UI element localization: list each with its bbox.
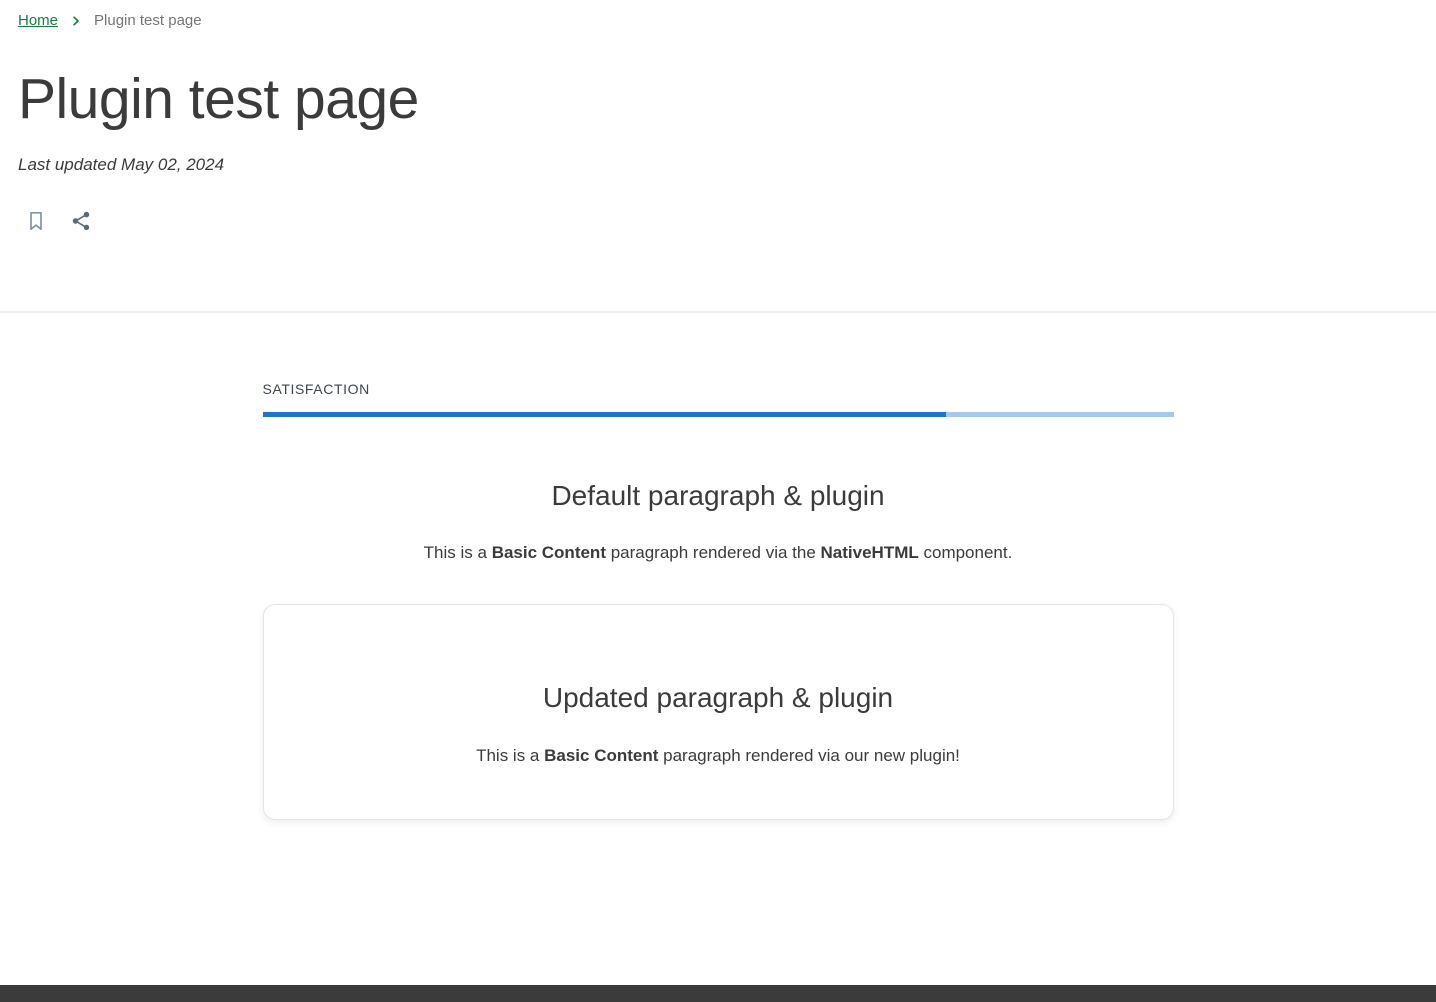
paragraph-text: paragraph rendered via the: [606, 543, 821, 562]
last-updated-text: Last updated May 02, 2024: [18, 155, 1418, 175]
updated-section-heading: Updated paragraph & plugin: [284, 679, 1153, 717]
paragraph-bold-text: Basic Content: [544, 746, 658, 765]
satisfaction-label: SATISFACTION: [263, 381, 1174, 397]
share-icon: [70, 210, 92, 232]
bookmark-icon: [24, 209, 48, 233]
share-button[interactable]: [64, 204, 98, 238]
updated-plugin-card: Updated paragraph & plugin This is a Bas…: [263, 604, 1174, 821]
footer-bar: [0, 985, 1436, 1002]
main-content: SATISFACTION Default paragraph & plugin …: [263, 313, 1174, 985]
paragraph-text: This is a: [476, 746, 544, 765]
breadcrumb-home-link[interactable]: Home: [18, 11, 58, 31]
paragraph-text: paragraph rendered via our new plugin!: [658, 746, 959, 765]
page-title: Plugin test page: [18, 66, 1418, 133]
satisfaction-progress-bar: [263, 412, 1174, 417]
breadcrumb: Home Plugin test page: [18, 0, 1418, 31]
default-section-heading: Default paragraph & plugin: [263, 477, 1174, 515]
page-header: Home Plugin test page Plugin test page L…: [0, 0, 1436, 239]
page-actions: [18, 203, 1418, 239]
bookmark-button[interactable]: [18, 203, 54, 239]
paragraph-text: component.: [919, 543, 1013, 562]
satisfaction-section: SATISFACTION: [263, 381, 1174, 417]
paragraph-bold-text: NativeHTML: [821, 543, 919, 562]
default-plugin-section: Default paragraph & plugin This is a Bas…: [263, 477, 1174, 565]
default-section-paragraph: This is a Basic Content paragraph render…: [263, 541, 1174, 565]
chevron-right-icon: [70, 15, 82, 27]
page: Home Plugin test page Plugin test page L…: [0, 0, 1436, 1002]
paragraph-text: This is a: [424, 543, 492, 562]
breadcrumb-current: Plugin test page: [94, 11, 202, 31]
paragraph-bold-text: Basic Content: [492, 543, 606, 562]
satisfaction-progress-fill: [263, 412, 946, 417]
updated-section-paragraph: This is a Basic Content paragraph render…: [284, 744, 1153, 768]
